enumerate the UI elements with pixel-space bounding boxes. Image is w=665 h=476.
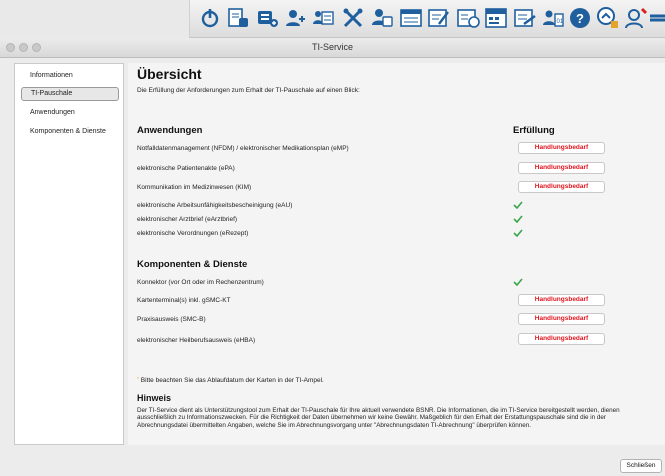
note-pen-icon[interactable] [427,6,451,30]
row-label-eau: elektronische Arbeitsunfähigkeitsbeschei… [137,202,293,209]
intro-text: Die Erfüllung der Anforderungen zum Erha… [137,87,360,94]
svg-text:?: ? [576,11,584,26]
list-card-icon[interactable] [311,6,335,30]
user-group-icon[interactable]: 01 [541,6,565,30]
hint-title: Hinweis [137,393,172,403]
more-icon[interactable] [650,6,665,30]
row-label-erezept: elektronische Verordnungen (eRezept) [137,230,249,237]
status-badge-nfdm[interactable]: Handlungsbedarf [518,142,605,154]
sidebar-nav: Informationen TI-Pauschale Anwendungen K… [14,63,124,445]
row-label-earztbrief: elektronischer Arztbrief (eArztbrief) [137,216,238,223]
fulfillment-header: Erfüllung [513,125,555,136]
row-label-smcb: Praxisausweis (SMC-B) [137,316,206,323]
tools-icon[interactable] [341,6,365,30]
status-badge-kartenterminal[interactable]: Handlungsbedarf [518,294,605,306]
check-icon-erezept [513,229,523,237]
row-label-ehba: elektronischer Heilberufsausweis (eHBA) [137,337,256,344]
status-badge-epa[interactable]: Handlungsbedarf [518,162,605,174]
note-asterisk: * [137,377,139,383]
account-icon[interactable] [624,6,648,30]
power-icon[interactable] [198,6,222,30]
help-icon[interactable]: ? [568,6,592,30]
check-icon-earztbrief [513,215,523,223]
calendar-list-icon[interactable] [399,6,423,30]
sidebar-item-ti-pauschale[interactable]: TI-Pauschale [21,87,119,101]
network-icon[interactable] [596,6,620,30]
section-title-komponenten: Komponenten & Dienste [137,259,248,270]
ehealth-icon[interactable] [370,6,394,30]
svg-text:01: 01 [557,19,564,25]
schedule-icon[interactable] [456,6,480,30]
note-text: Bitte beachten Sie das Ablaufdatum der K… [140,377,324,384]
page-title: Übersicht [137,66,202,82]
toolbar-search-area [0,0,190,38]
window-title: TI-Service [311,42,353,52]
status-badge-smcb[interactable]: Handlungsbedarf [518,313,605,325]
check-icon-eau [513,201,523,209]
edit-list-icon[interactable] [513,6,537,30]
card-expiry-note: * Bitte beachten Sie das Ablaufdatum der… [137,377,324,384]
pending-docs-icon[interactable] [226,6,250,30]
sidebar-item-anwendungen[interactable]: Anwendungen [21,106,119,120]
row-label-nfdm: Notfalldatenmanagement (NFDM) / elektron… [137,145,349,152]
overview-panel: Übersicht Die Erfüllung der Anforderunge… [128,63,665,445]
status-badge-kim[interactable]: Handlungsbedarf [518,181,605,193]
close-button[interactable]: Schließen [620,459,662,473]
row-label-kartenterminal: Kartenterminal(s) inkl. gSMC-KT [137,297,231,304]
sidebar-item-komponenten-dienste[interactable]: Komponenten & Dienste [21,125,119,139]
status-badge-ehba[interactable]: Handlungsbedarf [518,333,605,345]
contacts-add-icon[interactable] [255,6,279,30]
row-label-kim: Kommunikation im Medizinwesen (KIM) [137,184,252,191]
keyboard-icon[interactable] [484,6,508,30]
row-label-konnektor: Konnektor (vor Ort oder im Rechenzentrum… [137,279,264,286]
check-icon-konnektor [513,278,523,286]
user-add-icon[interactable] [283,6,307,30]
app-toolbar: 01 ? [0,0,665,38]
row-label-epa: elektronische Patientenakte (ePA) [137,165,235,172]
hint-text: Der TI-Service dient als Unterstützungst… [137,407,620,429]
sidebar-item-informationen[interactable]: Informationen [21,69,119,83]
window-titlebar: TI-Service [0,38,665,58]
section-title-anwendungen: Anwendungen [137,125,203,136]
